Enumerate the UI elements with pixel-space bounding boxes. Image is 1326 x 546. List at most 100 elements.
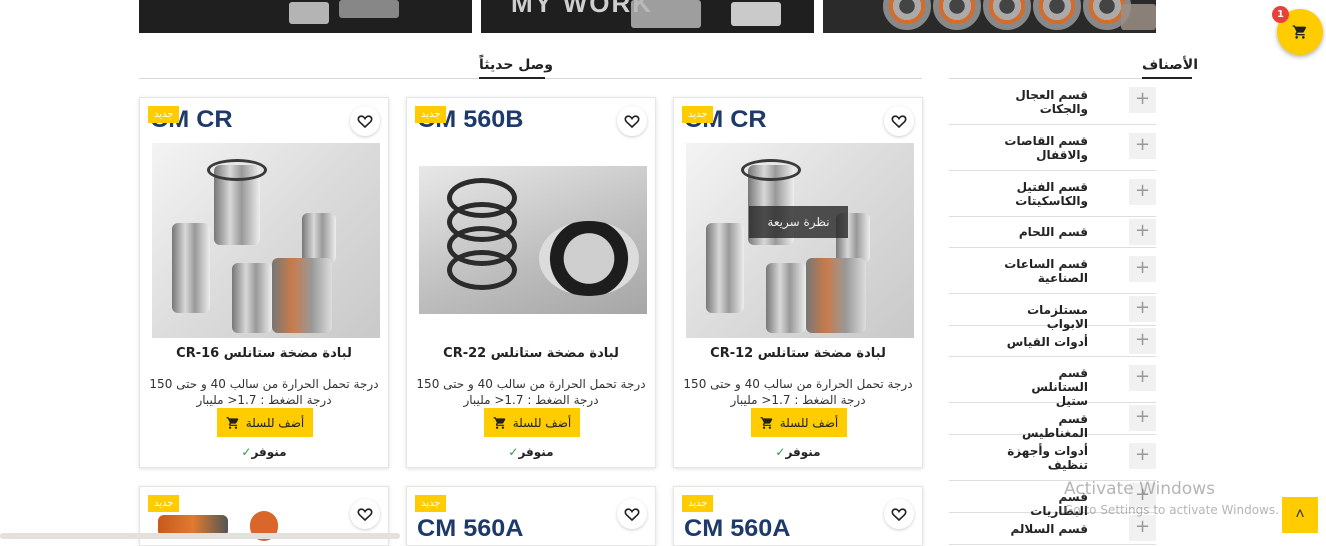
stock-status: منوفر✓ <box>674 445 922 459</box>
expand-plus-icon[interactable]: + <box>1129 179 1156 205</box>
add-to-cart-label: أضف للسلة <box>245 415 305 430</box>
expand-plus-icon[interactable]: + <box>1129 405 1156 431</box>
expand-plus-icon[interactable]: + <box>1129 365 1156 391</box>
add-to-cart-label: أضف للسلة <box>512 415 572 430</box>
category-item[interactable]: + أدوات القياس <box>949 326 1156 357</box>
category-item[interactable]: + قسم العجال والجكات <box>949 79 1156 125</box>
seal-part-image <box>766 263 806 333</box>
seal-part-image <box>806 258 866 333</box>
quick-view-button[interactable]: نظرة سريعة <box>749 206 848 238</box>
product-title[interactable]: لبادة مضخة ستانلس CR-22 <box>407 346 655 361</box>
brick-image <box>1121 4 1156 30</box>
expand-plus-icon[interactable]: + <box>1129 87 1156 113</box>
wishlist-button[interactable] <box>884 499 914 529</box>
banner-left-product-image-2 <box>339 0 399 18</box>
new-arrivals-heading: وصل حديثاً <box>479 57 554 73</box>
new-badge: جديد <box>415 495 447 512</box>
check-icon: ✓ <box>241 445 252 459</box>
product-card[interactable]: CM 560B جديد لبادة مضخة ستانلس CR-22 درج… <box>406 97 656 468</box>
saw-blade-image <box>933 0 981 30</box>
seal-ring-image <box>207 159 267 181</box>
wishlist-button[interactable] <box>617 499 647 529</box>
stock-status: منوفر✓ <box>140 445 388 459</box>
category-label[interactable]: قسم اللحام <box>998 225 1088 239</box>
categories-heading: الأصناف <box>1142 57 1198 73</box>
cart-icon <box>493 416 506 429</box>
category-item[interactable]: + قسم اللحام <box>949 217 1156 248</box>
product-image[interactable] <box>152 143 380 338</box>
product-description: درجة تحمل الحرارة من سالب 40 و حتى 150 د… <box>416 377 646 407</box>
product-card[interactable]: CM CR جديد لبادة مضخة ستانلس CR-16 درجة … <box>139 97 389 468</box>
product-title[interactable]: لبادة مضخة ستانلس CR-16 <box>140 346 388 361</box>
seal-part-image <box>272 258 332 333</box>
category-item[interactable]: + قسم السلالم <box>949 513 1156 545</box>
banner-right[interactable] <box>823 0 1156 33</box>
banner-left[interactable] <box>139 0 472 33</box>
expand-plus-icon[interactable]: + <box>1129 133 1156 159</box>
category-item[interactable]: + قسم المغناطيس <box>949 403 1156 440</box>
product-card[interactable]: CM 560A جديد <box>406 486 656 546</box>
expand-plus-icon[interactable]: + <box>1129 515 1156 541</box>
product-image[interactable] <box>419 166 647 314</box>
expand-plus-icon[interactable]: + <box>1129 443 1156 469</box>
wishlist-button[interactable] <box>350 106 380 136</box>
seal-part-image <box>706 223 744 313</box>
category-item[interactable]: + مستلزمات الابواب <box>949 294 1156 331</box>
saw-blade-image <box>883 0 931 30</box>
product-image[interactable] <box>686 143 914 338</box>
chevron-up-icon: ˄ <box>1295 506 1305 523</box>
new-badge: جديد <box>682 106 714 123</box>
add-to-cart-button[interactable]: أضف للسلة <box>751 408 847 437</box>
activate-windows-title: Activate Windows <box>1064 479 1215 499</box>
saw-blade-image <box>983 0 1031 30</box>
heart-icon <box>357 508 373 522</box>
expand-plus-icon[interactable]: + <box>1129 296 1156 322</box>
category-item[interactable]: + قسم الستانلس ستيل <box>949 357 1156 408</box>
wishlist-button[interactable] <box>884 106 914 136</box>
add-to-cart-button[interactable]: أضف للسلة <box>217 408 313 437</box>
wishlist-button[interactable] <box>617 106 647 136</box>
new-badge: جديد <box>148 106 180 123</box>
add-to-cart-button[interactable]: أضف للسلة <box>484 408 580 437</box>
category-label[interactable]: أدوات وأجهزة تنظيف <box>998 444 1088 472</box>
category-item[interactable]: + قسم الساعات الصناعية <box>949 248 1156 294</box>
activate-windows-subtitle: Go to Settings to activate Windows. <box>1064 503 1279 517</box>
cart-icon <box>1292 25 1307 39</box>
saw-blade-image <box>1033 0 1081 30</box>
category-label[interactable]: قسم الساعات الصناعية <box>998 257 1088 285</box>
add-to-cart-label: أضف للسلة <box>779 415 839 430</box>
heart-icon <box>891 508 907 522</box>
category-item[interactable]: + قسم القاصات والاقفال <box>949 125 1156 171</box>
category-label[interactable]: قسم الفتيل والكاسكيتات <box>998 180 1088 208</box>
wishlist-button[interactable] <box>350 499 380 529</box>
category-label[interactable]: أدوات القياس <box>998 335 1088 349</box>
product-description: درجة تحمل الحرارة من سالب 40 و حتى 150 د… <box>683 377 913 407</box>
expand-plus-icon[interactable]: + <box>1129 219 1156 245</box>
cart-icon <box>760 416 773 429</box>
category-label[interactable]: قسم العجال والجكات <box>998 88 1088 116</box>
horizontal-scrollbar[interactable] <box>0 533 400 539</box>
check-icon: ✓ <box>775 445 786 459</box>
category-item[interactable]: + أدوات وأجهزة تنظيف <box>949 435 1156 481</box>
expand-plus-icon[interactable]: + <box>1129 256 1156 282</box>
back-to-top-button[interactable]: ˄ <box>1282 497 1318 533</box>
product-card[interactable]: CM CR جديد نظرة سريعة لبادة مضخة ستانلس … <box>673 97 923 468</box>
washer-image <box>539 221 639 296</box>
seal-ring-image <box>741 159 801 181</box>
seal-part-image <box>302 213 336 263</box>
new-badge: جديد <box>148 495 180 512</box>
stock-label: منوفر <box>251 445 287 459</box>
product-card[interactable]: CM 560A جديد <box>673 486 923 546</box>
expand-plus-icon[interactable]: + <box>1129 328 1156 354</box>
seal-part-image <box>232 263 272 333</box>
cart-count-badge: 1 <box>1272 6 1289 23</box>
banner-left-product-image <box>289 2 329 24</box>
stock-label: منوفر <box>518 445 554 459</box>
banner-middle[interactable]: MY WORK <box>481 0 814 33</box>
category-item[interactable]: + قسم الفتيل والكاسكيتات <box>949 171 1156 217</box>
category-label[interactable]: قسم القاصات والاقفال <box>998 134 1088 162</box>
product-title[interactable]: لبادة مضخة ستانلس CR-12 <box>674 346 922 361</box>
category-label[interactable]: قسم السلالم <box>998 522 1088 536</box>
category-label[interactable]: قسم الستانلس ستيل <box>998 366 1088 408</box>
seal-part-image <box>172 223 210 313</box>
